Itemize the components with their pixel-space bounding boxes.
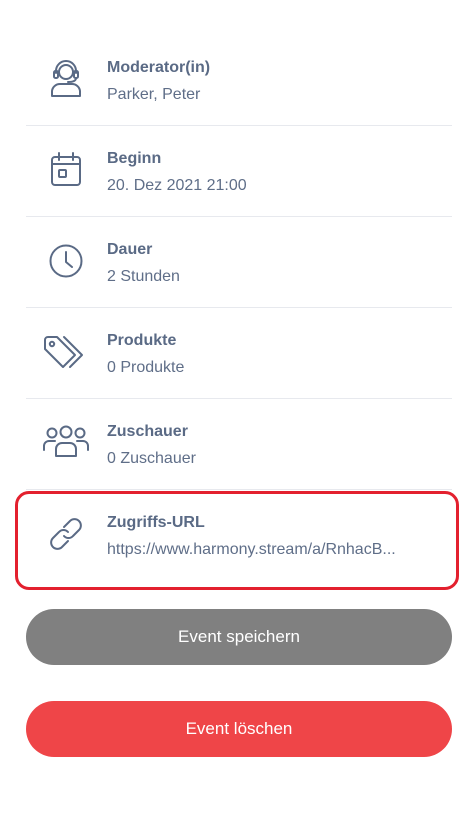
detail-label: Zuschauer bbox=[107, 423, 188, 440]
detail-value: 20. Dez 2021 21:00 bbox=[107, 177, 247, 194]
detail-label: Moderator(in) bbox=[107, 59, 211, 76]
detail-value: 0 Produkte bbox=[107, 359, 185, 376]
access-url-link[interactable]: https://www.harmony.stream/a/RnhacB... bbox=[107, 540, 438, 560]
clock-icon bbox=[42, 241, 90, 289]
detail-label: Produkte bbox=[107, 332, 177, 349]
save-event-button[interactable]: Event speichern bbox=[26, 609, 452, 665]
delete-event-button[interactable]: Event löschen bbox=[26, 701, 452, 757]
moderator-headset-icon bbox=[42, 59, 90, 107]
detail-value: Parker, Peter bbox=[107, 86, 201, 103]
detail-label: Zugriffs-URL bbox=[107, 514, 205, 531]
event-details-page: Moderator(in) Parker, Peter Beginn 20. D… bbox=[0, 0, 473, 816]
detail-row-products: Produkte 0 Produkte bbox=[26, 308, 452, 399]
detail-row-duration: Dauer 2 Stunden bbox=[26, 217, 452, 308]
group-icon bbox=[42, 423, 90, 471]
detail-value: 2 Stunden bbox=[107, 268, 180, 285]
detail-row-access-url[interactable]: Zugriffs-URL https://www.harmony.stream/… bbox=[26, 490, 452, 581]
detail-label: Beginn bbox=[107, 150, 162, 167]
calendar-icon bbox=[42, 150, 90, 198]
detail-row-viewers: Zuschauer 0 Zuschauer bbox=[26, 399, 452, 490]
tags-icon bbox=[42, 332, 90, 380]
detail-label: Dauer bbox=[107, 241, 153, 258]
detail-value: 0 Zuschauer bbox=[107, 450, 196, 467]
detail-row-moderator: Moderator(in) Parker, Peter bbox=[26, 35, 452, 126]
detail-row-start: Beginn 20. Dez 2021 21:00 bbox=[26, 126, 452, 217]
event-details-list: Moderator(in) Parker, Peter Beginn 20. D… bbox=[26, 35, 452, 581]
link-icon bbox=[42, 514, 90, 562]
